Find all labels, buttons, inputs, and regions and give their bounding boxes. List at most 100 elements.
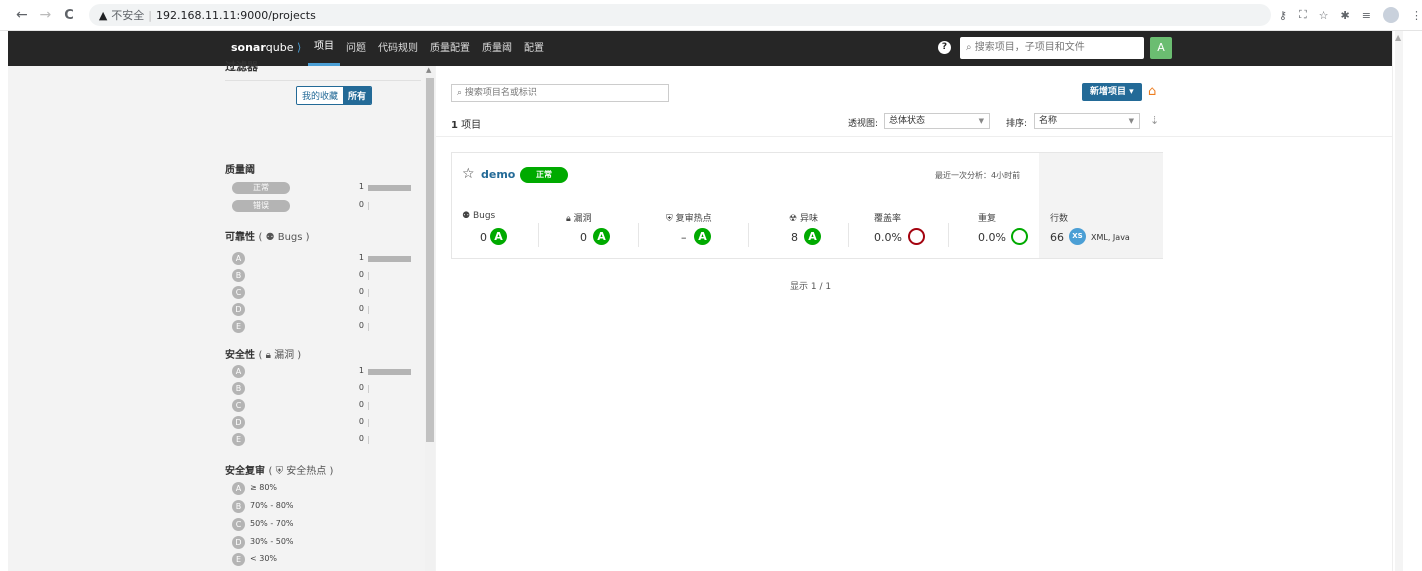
filter-row-sec-c[interactable]: C 0 xyxy=(225,398,415,414)
filter-row-qg-ok[interactable]: 正常 1 xyxy=(225,180,415,196)
favorite-star-icon[interactable]: ☆ xyxy=(462,166,475,182)
metric-code-smells[interactable]: ☢ 异味 8 A xyxy=(789,211,869,251)
favorites-button[interactable]: 我的收藏 xyxy=(297,87,344,104)
filter-row-qg-error[interactable]: 错误 0 xyxy=(225,198,415,214)
menu-issues[interactable]: 问题 xyxy=(340,31,372,66)
review-range: 50% - 70% xyxy=(250,519,294,528)
more-menu-icon[interactable]: ⋮ xyxy=(1411,9,1422,22)
sonarqube-logo[interactable]: sonarqube ⟩ xyxy=(231,41,301,54)
reload-icon[interactable]: C xyxy=(59,8,79,23)
metric-coverage[interactable]: 覆盖率 0.0% xyxy=(874,211,954,251)
metric-duplications[interactable]: 重复 0.0% xyxy=(978,211,1058,251)
forward-icon[interactable]: → xyxy=(36,7,56,23)
filter-count: 1 xyxy=(358,182,364,191)
grade-icon: A xyxy=(232,482,245,495)
security-review-sub-text: 安全热点 xyxy=(286,466,327,477)
filter-row-rev-c[interactable]: C 50% - 70% xyxy=(225,517,415,533)
security-review-title: 安全复审 ( ⛨ 安全热点 ) xyxy=(225,462,333,477)
page-scrollbar[interactable]: ▲ xyxy=(1392,31,1422,571)
extensions-icon[interactable]: ✱ xyxy=(1341,9,1350,22)
grade-icon: A xyxy=(232,252,245,265)
filter-count: 0 xyxy=(358,400,364,409)
filter-row-rel-d[interactable]: D 0 xyxy=(225,302,415,318)
grade-icon: B xyxy=(232,269,245,282)
new-project-button[interactable]: 新增项目 ▾ xyxy=(1082,83,1142,101)
project-count: 1 项目 xyxy=(451,116,481,131)
grade-icon: E xyxy=(232,320,245,333)
menu-quality-gates[interactable]: 质量阈 xyxy=(476,31,518,66)
filter-row-sec-e[interactable]: E 0 xyxy=(225,432,415,448)
user-avatar[interactable]: A xyxy=(1150,37,1172,59)
metric-bugs[interactable]: ⚉ Bugs 0 A xyxy=(462,211,542,251)
project-search-input[interactable]: ⌕ 搜索项目名或标识 xyxy=(451,84,669,102)
profile-icon[interactable] xyxy=(1382,7,1399,23)
metric-value: – xyxy=(681,231,687,244)
filter-bar xyxy=(368,323,369,331)
global-search-input[interactable]: ⌕ 搜索项目，子项目和文件 xyxy=(960,37,1144,59)
page-scrollbar-thumb[interactable] xyxy=(1395,31,1403,571)
search-icon: ⌕ xyxy=(457,88,465,98)
url-text[interactable]: 192.168.11.11:9000/projects xyxy=(156,9,316,22)
top-navigation: sonarqube ⟩ 项目 问题 代码规则 质量配置 质量阈 配置 ? ⌕ 搜… xyxy=(8,31,1392,66)
filter-bar xyxy=(368,289,369,297)
main-menu: 项目 问题 代码规则 质量配置 质量阈 配置 xyxy=(308,31,550,66)
metric-divider xyxy=(848,223,849,247)
rating-badge: A xyxy=(694,228,711,245)
bug-icon: ⚉ xyxy=(265,232,275,243)
menu-quality-profiles[interactable]: 质量配置 xyxy=(424,31,476,66)
filter-row-rel-c[interactable]: C 0 xyxy=(225,285,415,301)
bookmark-star-icon[interactable]: ☆ xyxy=(1319,9,1329,22)
filter-row-rel-a[interactable]: A 1 xyxy=(225,251,415,267)
rating-badge: A xyxy=(490,228,507,245)
sidebar-scrollbar-thumb[interactable] xyxy=(426,78,434,442)
sort-label: 排序: xyxy=(1006,119,1028,129)
filter-row-sec-b[interactable]: B 0 xyxy=(225,381,415,397)
help-icon[interactable]: ? xyxy=(938,41,951,54)
grade-icon: B xyxy=(232,500,245,513)
filter-bar xyxy=(368,369,411,375)
metric-divider xyxy=(748,223,749,247)
all-button[interactable]: 所有 xyxy=(343,87,372,104)
project-name-link[interactable]: demo xyxy=(481,168,515,181)
filter-row-rel-e[interactable]: E 0 xyxy=(225,319,415,335)
security-sub-text: 漏洞 xyxy=(274,350,295,361)
filter-row-rev-a[interactable]: A ≥ 80% xyxy=(225,481,415,497)
menu-rules[interactable]: 代码规则 xyxy=(372,31,424,66)
translate-icon[interactable]: ⛶ xyxy=(1299,8,1307,22)
metric-lines[interactable]: 行数 66 XS XML, Java xyxy=(1050,211,1160,251)
filter-row-rev-d[interactable]: D 30% - 50% xyxy=(225,535,415,551)
size-badge: XS xyxy=(1069,228,1086,245)
sort-direction-icon[interactable]: ⇣ xyxy=(1150,114,1159,127)
filter-row-sec-d[interactable]: D 0 xyxy=(225,415,415,431)
sidebar-scroll-up-icon[interactable]: ▲ xyxy=(426,66,431,74)
key-icon[interactable]: ⚷ xyxy=(1279,9,1287,22)
metric-label-text: 漏洞 xyxy=(573,214,592,224)
menu-administration[interactable]: 配置 xyxy=(518,31,550,66)
filter-row-rev-b[interactable]: B 70% - 80% xyxy=(225,499,415,515)
search-icon: ⌕ xyxy=(966,42,975,53)
metric-hotspots[interactable]: ⛨ 复审热点 – A xyxy=(666,211,756,251)
filter-row-rev-e[interactable]: E < 30% xyxy=(225,552,415,568)
scroll-up-icon[interactable]: ▲ xyxy=(1395,33,1401,42)
perspective-select[interactable]: 总体状态 ▼ xyxy=(884,113,990,129)
reading-list-icon[interactable]: ≡ xyxy=(1362,9,1371,22)
sidebar-scrollbar[interactable]: ▲ xyxy=(425,66,435,571)
home-icon[interactable]: ⌂ xyxy=(1148,84,1156,99)
filter-count: 0 xyxy=(358,270,364,279)
metric-vulnerabilities[interactable]: 🔒︎ 漏洞 0 A xyxy=(566,211,646,251)
duplication-ring-icon xyxy=(1011,228,1028,245)
metric-divider xyxy=(638,223,639,247)
header-divider xyxy=(436,136,1392,137)
filter-bar xyxy=(368,402,369,410)
sort-select[interactable]: 名称 ▼ xyxy=(1034,113,1140,129)
grade-icon: E xyxy=(232,553,245,566)
filter-row-sec-a[interactable]: A 1 xyxy=(225,364,415,380)
back-icon[interactable]: ← xyxy=(12,7,32,23)
logo-wave-icon: ⟩ xyxy=(293,41,302,54)
filter-row-rel-b[interactable]: B 0 xyxy=(225,268,415,284)
metric-label: ⛨ 复审热点 xyxy=(666,211,712,224)
warning-icon[interactable]: ▲ xyxy=(99,9,107,22)
address-bar[interactable]: ▲ 不安全 | 192.168.11.11:9000/projects xyxy=(88,4,1271,26)
menu-projects[interactable]: 项目 xyxy=(308,31,340,66)
security-review-sub: ( ⛨ 安全热点 ) xyxy=(268,466,334,477)
